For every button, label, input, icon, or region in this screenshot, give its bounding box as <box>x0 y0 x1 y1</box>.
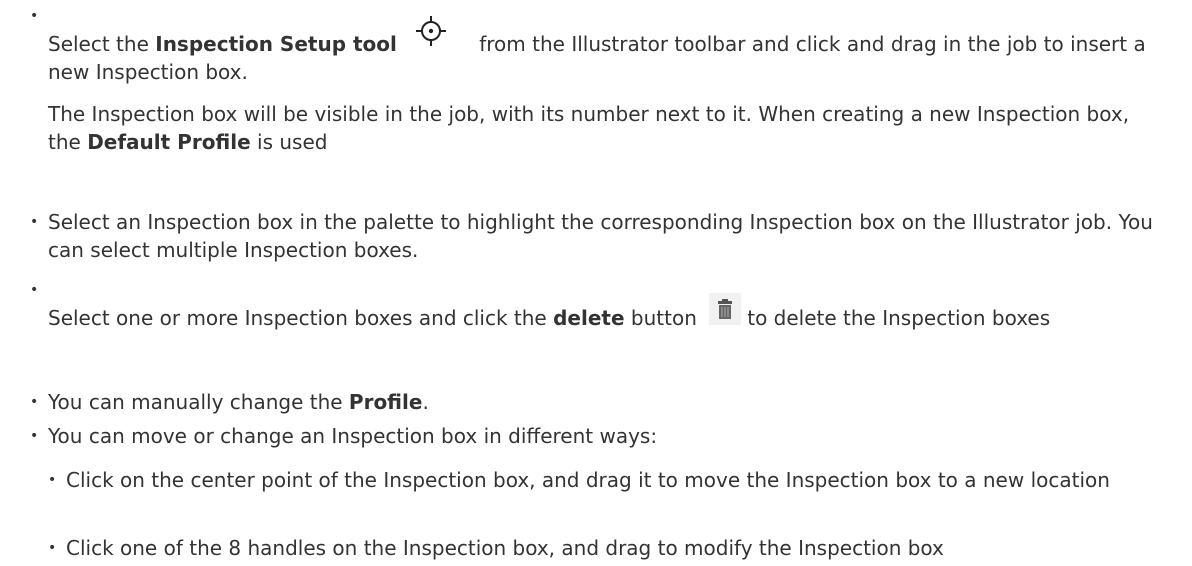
bold-term: Profile <box>348 390 423 414</box>
list-item-note: The Inspection box will be visible in th… <box>30 100 1160 156</box>
list-item: • You can move or change an Inspection b… <box>30 422 1160 450</box>
bullet: • <box>30 282 39 298</box>
list-item-text: Select the Inspection Setup tool from th… <box>30 2 1160 86</box>
list-item-text: You can move or change an Inspection box… <box>48 424 658 448</box>
bold-term: Inspection Setup tool <box>155 32 397 56</box>
list-item: • Select an Inspection box in the palett… <box>30 208 1160 264</box>
sub-list-item: • Click one of the 8 handles on the Insp… <box>30 534 1160 562</box>
list-item: • You can manually change the Profile. <box>30 388 1160 416</box>
document-body: • Select the Inspection Setup tool from … <box>0 0 1192 566</box>
sub-list-item-text: Click on the center point of the Inspect… <box>66 468 1110 492</box>
text-run: You can manually change the <box>48 390 349 414</box>
list-item-text: You can manually change the Profile. <box>30 388 1160 416</box>
bullet: • <box>48 540 57 556</box>
text-run: is used <box>250 130 328 154</box>
text-run: . <box>422 390 429 414</box>
bullet: • <box>30 8 39 24</box>
sub-list-item: • Click on the center point of the Inspe… <box>30 466 1160 494</box>
list-item-text: Select one or more Inspection boxes and … <box>30 276 1160 332</box>
list-item: • Select the Inspection Setup tool from … <box>30 2 1160 156</box>
bullet: • <box>48 472 57 488</box>
text-run: to delete the Inspection boxes <box>747 306 1051 330</box>
sub-list-item-text: Click one of the 8 handles on the Inspec… <box>66 536 944 560</box>
bold-term: Default Profile <box>87 130 251 154</box>
text-run: Select the <box>48 32 156 56</box>
list-item: • Select one or more Inspection boxes an… <box>30 276 1160 332</box>
bullet: • <box>30 214 39 230</box>
crosshair-target-icon <box>411 11 451 51</box>
bullet: • <box>30 428 39 444</box>
trash-icon[interactable] <box>709 292 742 325</box>
list-item-text: Select an Inspection box in the palette … <box>48 210 1153 262</box>
bullet: • <box>30 394 39 410</box>
text-run: Select one or more Inspection boxes and … <box>48 306 554 330</box>
bold-term: delete <box>553 306 625 330</box>
text-run: button <box>624 306 697 330</box>
